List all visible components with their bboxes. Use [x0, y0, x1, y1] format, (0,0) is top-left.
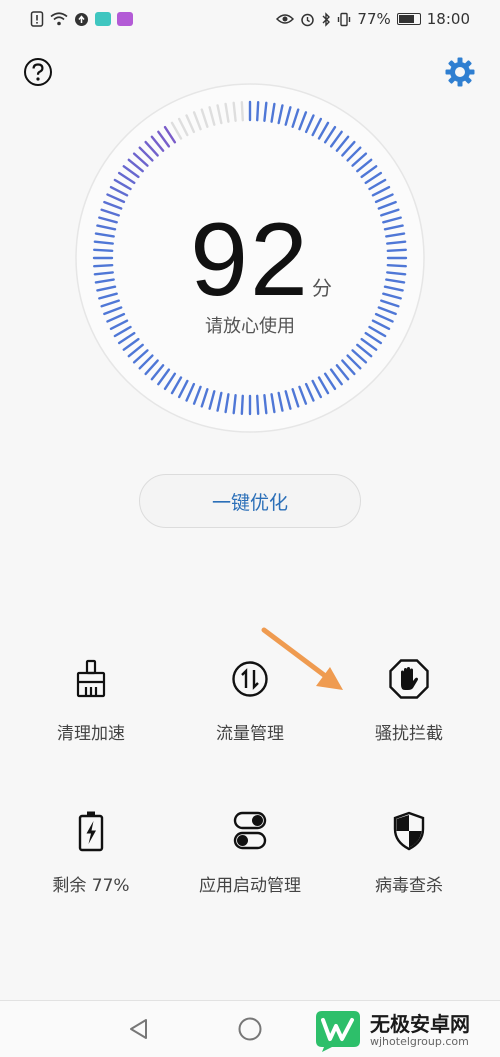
tool-battery[interactable]: 剩余 77%: [8, 807, 174, 896]
data-saver-icon: [75, 12, 88, 26]
tool-data-traffic[interactable]: 流量管理: [167, 655, 333, 744]
vibrate-icon: [338, 12, 351, 26]
shield-icon: [385, 807, 433, 855]
tool-clean-accelerate[interactable]: 清理加速: [8, 655, 174, 744]
watermark-logo: 无极安卓网 wjhotelgroup.com: [312, 1006, 500, 1056]
battery-icon: [396, 13, 421, 25]
home-button[interactable]: [236, 1015, 264, 1043]
score-value: 92: [190, 202, 310, 318]
tool-label: 骚扰拦截: [375, 724, 443, 744]
app-badge-icon: [95, 12, 111, 26]
gauge-tick-active: [256, 101, 260, 122]
battery-charging-icon: [67, 807, 115, 855]
stop-hand-icon: [385, 655, 433, 703]
status-bar-right: 77% 18:00: [276, 10, 470, 28]
tool-harassment-block[interactable]: 骚扰拦截: [326, 655, 492, 744]
tool-app-launch-manager[interactable]: 应用启动管理: [167, 807, 333, 896]
bluetooth-icon: [322, 11, 331, 27]
app-launch-toggle-icon: [226, 807, 274, 855]
tool-label: 流量管理: [216, 724, 284, 744]
one-tap-optimize-button[interactable]: 一键优化: [139, 474, 361, 528]
wifi-icon: [50, 12, 68, 26]
gauge-tick-active: [256, 394, 260, 415]
gear-icon: [445, 57, 475, 87]
help-button[interactable]: [22, 56, 54, 88]
back-button[interactable]: [125, 1015, 153, 1043]
status-bar: 77% 18:00: [0, 0, 500, 38]
tool-label: 病毒查杀: [375, 876, 443, 896]
battery-percent: 77%: [357, 10, 391, 28]
sim-alert-icon: [30, 11, 44, 27]
clock: 18:00: [426, 10, 470, 28]
data-traffic-icon: [226, 655, 274, 703]
watermark-title: 无极安卓网: [370, 1012, 470, 1036]
tool-label: 清理加速: [57, 724, 125, 744]
settings-button[interactable]: [444, 56, 476, 88]
tool-virus-scan[interactable]: 病毒查杀: [326, 807, 492, 896]
gauge-tick-inactive: [240, 101, 244, 122]
back-triangle-icon: [130, 1019, 147, 1039]
watermark-w-icon: [316, 1011, 360, 1052]
status-bar-left: [30, 11, 133, 27]
home-circle-icon: [238, 1017, 262, 1041]
watermark-text: 无极安卓网 wjhotelgroup.com: [370, 1013, 470, 1049]
eye-icon: [276, 14, 295, 24]
alarm-icon: [301, 13, 315, 26]
tool-label: 剩余 77%: [52, 876, 130, 896]
question-circle-icon: [24, 58, 52, 86]
score-caption: 请放心使用: [205, 316, 295, 337]
score-unit: 分: [312, 276, 332, 300]
tool-label: 应用启动管理: [199, 876, 301, 896]
app-badge-icon: [117, 12, 133, 26]
gauge-tick-active: [240, 394, 244, 415]
watermark-url: wjhotelgroup.com: [370, 1035, 469, 1048]
broom-icon: [67, 655, 115, 703]
